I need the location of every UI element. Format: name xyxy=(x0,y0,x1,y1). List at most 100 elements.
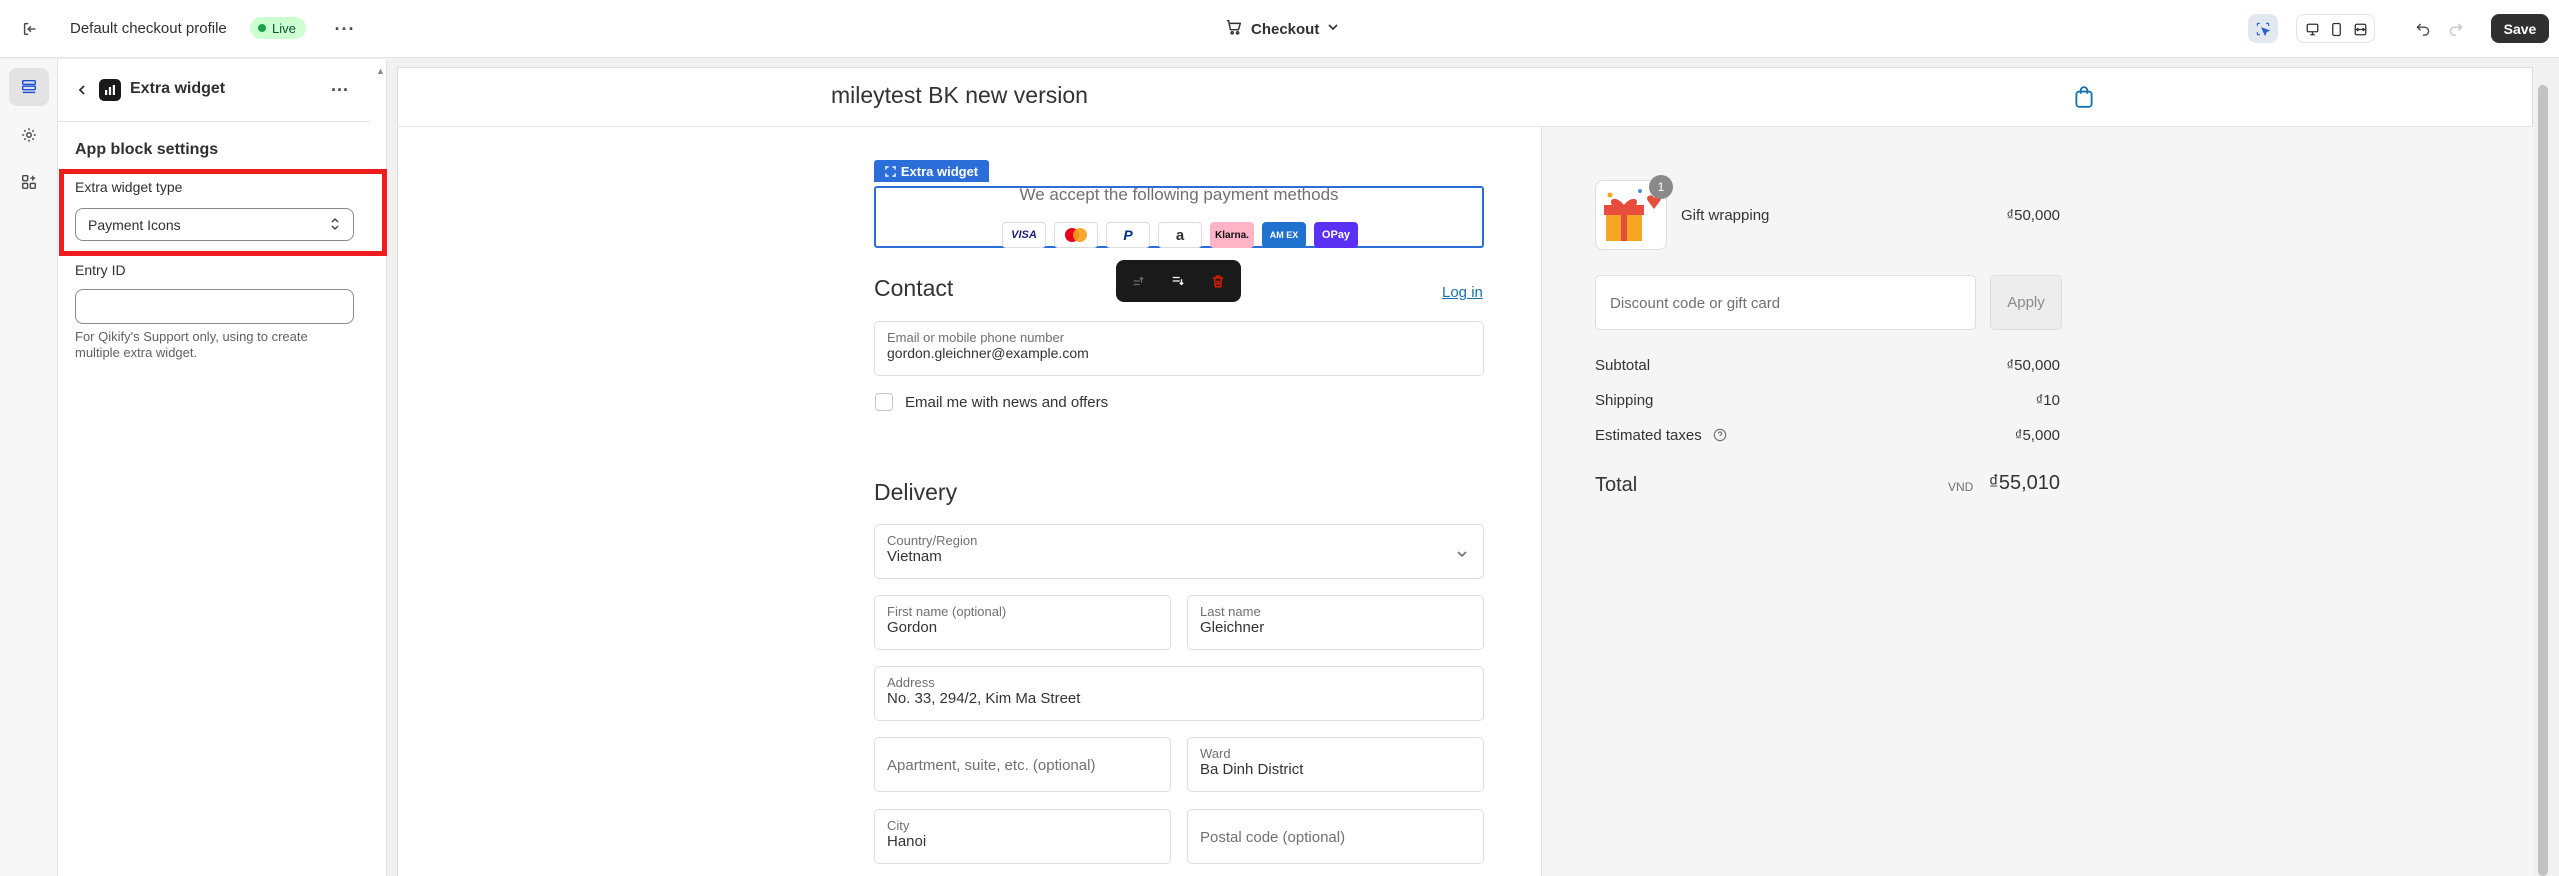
shopping-bag-icon[interactable] xyxy=(2073,85,2095,114)
discount-code-input[interactable]: Discount code or gift card xyxy=(1595,275,1976,330)
shipping-label: Shipping xyxy=(1595,392,1654,409)
device-preview-group xyxy=(2296,14,2375,43)
country-chevron-icon xyxy=(1456,547,1468,565)
entry-id-help: For Qikify's Support only, using to crea… xyxy=(75,329,308,360)
country-value: Vietnam xyxy=(887,548,942,565)
panel-divider xyxy=(58,121,370,122)
apps-icon xyxy=(21,174,37,190)
email-value: gordon.gleichner@example.com xyxy=(887,345,1089,361)
ward-field[interactable]: Ward Ba Dinh District xyxy=(1187,737,1484,792)
discount-placeholder: Discount code or gift card xyxy=(1610,295,1781,312)
apartment-field[interactable]: Apartment, suite, etc. (optional) xyxy=(874,737,1171,792)
opay-icon: OPay xyxy=(1314,222,1358,248)
extra-widget-tag-label: Extra widget xyxy=(900,163,979,179)
contact-heading: Contact xyxy=(874,275,954,301)
store-name: mileytest BK new version xyxy=(831,82,1088,108)
amazon-icon: a xyxy=(1158,222,1202,248)
amex-icon: AM EX xyxy=(1262,222,1306,248)
panel-title: Extra widget xyxy=(130,80,226,97)
more-options-icon[interactable]: ··· xyxy=(333,17,357,41)
postal-code-field[interactable]: Postal code (optional) xyxy=(1187,809,1484,864)
last-name-value: Gleichner xyxy=(1200,619,1265,636)
scrollbar-thumb[interactable] xyxy=(2538,85,2548,876)
save-button[interactable]: Save xyxy=(2491,14,2549,43)
widget-app-icon xyxy=(99,79,121,101)
nav-sections[interactable] xyxy=(9,68,49,106)
product-name: Gift wrapping xyxy=(1681,207,1770,224)
mastercard-icon xyxy=(1054,222,1098,248)
nav-settings[interactable] xyxy=(9,116,49,154)
subtotal-label: Subtotal xyxy=(1595,357,1651,374)
city-label: City xyxy=(887,818,910,833)
widget-select-icon xyxy=(885,165,896,177)
inspector-button[interactable] xyxy=(2248,14,2278,43)
scroll-up-icon[interactable]: ▲ xyxy=(376,66,385,76)
order-summary xyxy=(1541,127,2533,876)
chevron-down-icon xyxy=(1327,20,1339,38)
city-field[interactable]: City Hanoi xyxy=(874,809,1171,864)
country-select[interactable]: Country/Region Vietnam xyxy=(874,524,1484,579)
desktop-icon[interactable] xyxy=(2303,20,2321,38)
newsletter-checkbox[interactable] xyxy=(875,393,893,411)
sections-icon xyxy=(21,79,37,94)
apply-button[interactable]: Apply xyxy=(1990,275,2062,330)
live-dot-icon xyxy=(258,24,266,32)
undo-icon[interactable] xyxy=(2413,18,2433,38)
move-down-icon[interactable] xyxy=(1169,272,1187,290)
quantity-badge: 1 xyxy=(1649,175,1673,199)
klarna-icon: Klarna. xyxy=(1210,222,1254,248)
login-link[interactable]: Log in xyxy=(1442,284,1483,301)
paypal-icon: P xyxy=(1106,222,1150,248)
taxes-label: Estimated taxes xyxy=(1595,427,1702,444)
store-header xyxy=(397,67,2533,127)
gear-icon xyxy=(22,128,36,142)
exit-icon[interactable] xyxy=(18,17,42,41)
total-currency: VND xyxy=(1948,480,1974,494)
visa-icon: VISA xyxy=(1002,222,1046,248)
address-field[interactable]: Address No. 33, 294/2, Kim Ma Street xyxy=(874,666,1484,721)
nav-apps[interactable] xyxy=(9,163,49,201)
cart-icon xyxy=(1225,18,1243,41)
postal-code-placeholder: Postal code (optional) xyxy=(1200,829,1346,846)
entry-id-input[interactable] xyxy=(75,289,354,324)
delete-icon[interactable] xyxy=(1209,272,1227,290)
live-badge: Live xyxy=(250,17,306,39)
last-name-field[interactable]: Last name Gleichner xyxy=(1187,595,1484,650)
live-badge-label: Live xyxy=(272,20,296,36)
first-name-label: First name (optional) xyxy=(887,604,1007,619)
email-field[interactable]: Email or mobile phone number gordon.glei… xyxy=(874,321,1484,376)
address-value: No. 33, 294/2, Kim Ma Street xyxy=(887,690,1081,707)
move-up-icon[interactable] xyxy=(1129,272,1147,290)
taxes-info-icon[interactable] xyxy=(1713,428,1727,447)
last-name-label: Last name xyxy=(1200,604,1261,619)
newsletter-label: Email me with news and offers xyxy=(905,394,1109,411)
block-toolbar xyxy=(1116,260,1241,302)
mobile-icon[interactable] xyxy=(2327,20,2345,38)
shipping-value: ₫10 xyxy=(2035,392,2060,409)
top-bar: Default checkout profile Live ··· Checko… xyxy=(0,0,2559,58)
address-label: Address xyxy=(887,675,935,690)
first-name-value: Gordon xyxy=(887,619,938,636)
select-cursor-icon xyxy=(2256,22,2271,36)
first-name-field[interactable]: First name (optional) Gordon xyxy=(874,595,1171,650)
delivery-heading: Delivery xyxy=(874,479,958,505)
profile-name: Default checkout profile xyxy=(70,20,227,37)
left-nav xyxy=(0,59,58,876)
extra-widget-tag[interactable]: Extra widget xyxy=(874,160,989,182)
back-arrow-icon[interactable] xyxy=(74,82,90,98)
redo-icon[interactable] xyxy=(2446,18,2466,38)
country-label: Country/Region xyxy=(887,533,978,548)
page-selector-label: Checkout xyxy=(1251,20,1320,38)
total-value: ₫55,010 xyxy=(1988,472,2060,494)
ward-value: Ba Dinh District xyxy=(1200,761,1304,778)
ward-label: Ward xyxy=(1200,746,1231,761)
payment-methods-heading: We accept the following payment methods xyxy=(1019,185,1339,204)
subtotal-value: ₫50,000 xyxy=(2006,357,2060,374)
full-width-icon[interactable] xyxy=(2351,20,2369,38)
city-value: Hanoi xyxy=(887,833,927,850)
highlight-annotation xyxy=(59,169,387,256)
panel-more-icon[interactable]: ··· xyxy=(328,80,352,100)
email-label: Email or mobile phone number xyxy=(887,330,1065,345)
entry-id-label: Entry ID xyxy=(75,262,126,278)
page-selector[interactable]: Checkout xyxy=(1225,17,1339,41)
